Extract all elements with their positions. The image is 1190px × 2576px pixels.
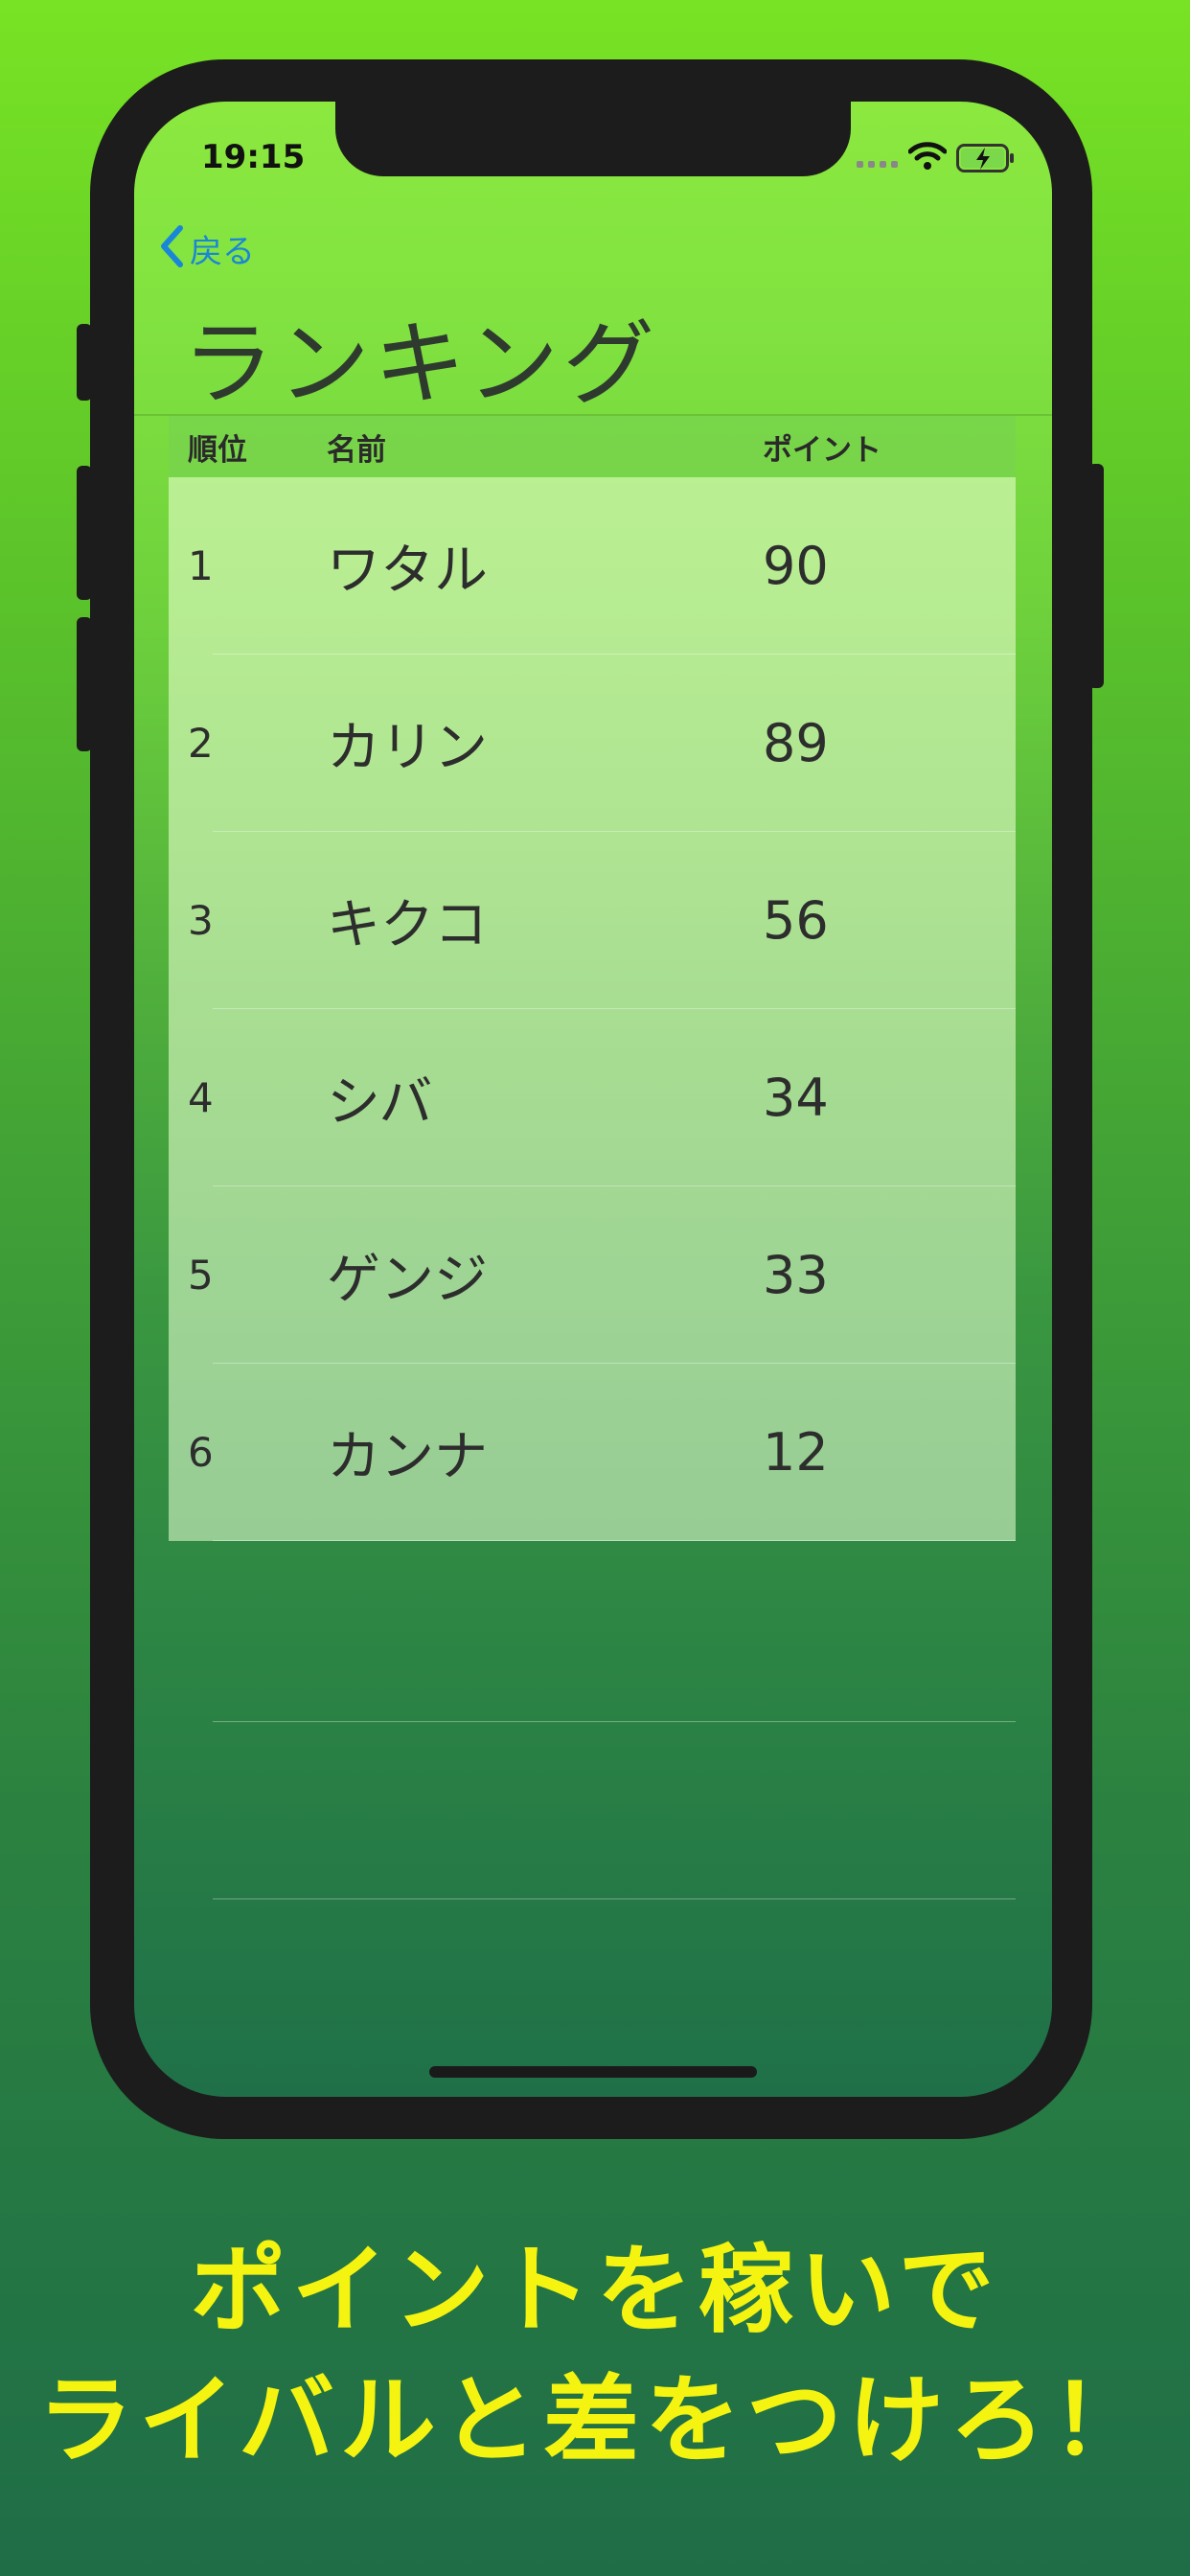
- table-row[interactable]: 6 カンナ 12: [169, 1364, 1016, 1541]
- promo-caption-line-2: ライバルと差をつけろ！: [37, 2364, 1153, 2476]
- promo-caption-line-1: ポイントを稼いで: [190, 2234, 1000, 2346]
- header-name: 名前: [327, 432, 386, 468]
- header-rank: 順位: [188, 432, 247, 468]
- phone-screen: 19:15 戻る ランキング 順位 名前 ポイント 1 ワタル 90 2 カリン…: [134, 102, 1052, 2097]
- table-row[interactable]: 3 キクコ 56: [169, 832, 1016, 1009]
- wifi-icon: [907, 142, 948, 174]
- battery-charging-icon: [956, 144, 1016, 176]
- row-rank: 5: [188, 1252, 214, 1299]
- row-points: 12: [763, 1422, 829, 1483]
- empty-row-separator: [213, 1898, 1016, 1899]
- table-header: 順位 名前 ポイント: [169, 416, 1016, 477]
- row-points: 33: [763, 1245, 829, 1305]
- row-points: 34: [763, 1068, 829, 1128]
- cellular-signal-icon: [857, 161, 898, 168]
- row-name: キクコ: [327, 894, 488, 956]
- row-name: カリン: [327, 717, 488, 779]
- page-title: ランキング: [182, 310, 659, 418]
- row-name: カンナ: [327, 1426, 488, 1488]
- status-time: 19:15: [201, 138, 306, 176]
- empty-row-separator: [213, 1721, 1016, 1722]
- notch: [335, 102, 851, 176]
- row-points: 89: [763, 713, 829, 773]
- row-rank: 2: [188, 720, 214, 767]
- header-points: ポイント: [763, 432, 881, 468]
- row-points: 56: [763, 890, 829, 951]
- row-name: ゲンジ: [327, 1249, 488, 1311]
- ranking-table: 順位 名前 ポイント 1 ワタル 90 2 カリン 89 3 キクコ 56 4 …: [169, 416, 1016, 1541]
- row-rank: 1: [188, 542, 214, 589]
- back-button[interactable]: 戻る: [159, 224, 255, 272]
- home-indicator: [429, 2066, 757, 2078]
- row-name: ワタル: [327, 540, 488, 602]
- row-rank: 6: [188, 1429, 214, 1476]
- table-row[interactable]: 1 ワタル 90: [169, 477, 1016, 655]
- table-row[interactable]: 2 カリン 89: [169, 655, 1016, 832]
- table-row[interactable]: 4 シバ 34: [169, 1009, 1016, 1186]
- row-points: 90: [763, 536, 829, 596]
- table-row[interactable]: 5 ゲンジ 33: [169, 1186, 1016, 1364]
- row-name: シバ: [327, 1071, 433, 1134]
- row-rank: 4: [188, 1074, 214, 1121]
- row-rank: 3: [188, 897, 214, 944]
- back-label: 戻る: [190, 232, 255, 271]
- chevron-left-icon: [159, 224, 184, 272]
